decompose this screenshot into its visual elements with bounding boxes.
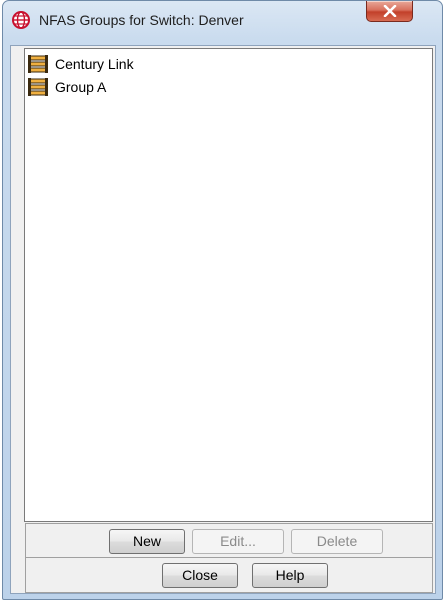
nfas-group-icon xyxy=(27,54,51,74)
list-item-label: Group A xyxy=(55,79,107,95)
window-title: NFAS Groups for Switch: Denver xyxy=(39,12,244,28)
nfas-group-list[interactable]: Century Link Group A xyxy=(24,48,433,522)
list-item-label: Century Link xyxy=(55,56,134,72)
close-button[interactable]: Close xyxy=(162,563,238,588)
dialog-window: NFAS Groups for Switch: Denver Century L… xyxy=(2,0,443,600)
new-button[interactable]: New xyxy=(109,529,185,554)
list-action-bar: New Edit... Delete xyxy=(25,523,433,558)
edit-button[interactable]: Edit... xyxy=(192,529,284,554)
help-button[interactable]: Help xyxy=(252,563,328,588)
list-item-century-link[interactable]: Century Link xyxy=(27,54,134,74)
delete-button[interactable]: Delete xyxy=(291,529,383,554)
app-globe-icon xyxy=(12,11,30,29)
window-close-button[interactable] xyxy=(366,1,413,22)
dialog-client-area: Century Link Group A New Edit... Delete … xyxy=(10,45,436,594)
nfas-group-icon xyxy=(27,77,51,97)
list-item-group-a[interactable]: Group A xyxy=(27,77,106,97)
dialog-button-bar: Close Help xyxy=(25,558,433,593)
close-x-icon xyxy=(383,5,397,17)
